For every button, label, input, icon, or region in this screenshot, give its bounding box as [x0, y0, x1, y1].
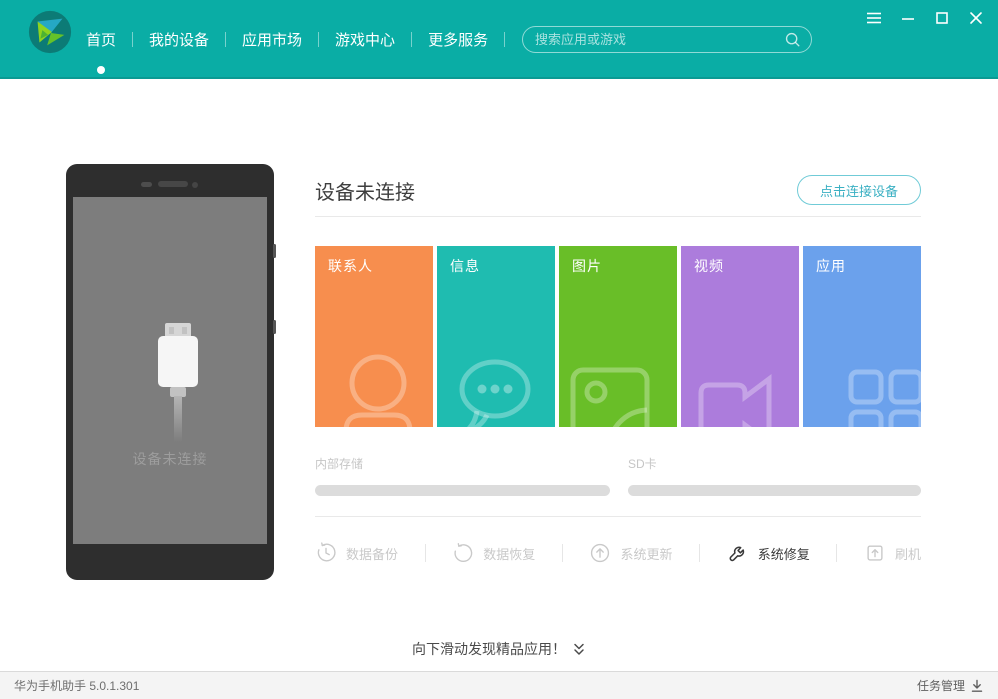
- wrench-icon: [727, 542, 749, 564]
- flash-phone-icon: [864, 542, 886, 564]
- system-repair-button[interactable]: 系统修复: [727, 542, 810, 564]
- maximize-icon[interactable]: [932, 8, 952, 28]
- nav-label: 更多服务: [428, 32, 488, 49]
- tile-label: 视频: [694, 256, 724, 276]
- bottom-toolbar: 数据备份 数据恢复 系统更新 系统修复 刷机: [315, 537, 921, 569]
- app-version-text: 华为手机助手 5.0.1.301: [14, 677, 139, 694]
- internal-storage-bar: [315, 485, 610, 496]
- toolbar-separator: [699, 544, 700, 562]
- nav-label: 我的设备: [149, 32, 209, 49]
- hint-text: 向下滑动发现精品应用！: [412, 639, 566, 659]
- tile-label: 联系人: [328, 256, 373, 276]
- sd-card-bar: [628, 485, 921, 496]
- usb-cable: [174, 396, 182, 442]
- nav-separator: [504, 32, 505, 47]
- sd-card-meter: SD卡: [628, 455, 921, 496]
- toolbar-separator: [425, 544, 426, 562]
- data-restore-button[interactable]: 数据恢复: [452, 542, 535, 564]
- update-arrow-icon: [589, 542, 611, 564]
- phone-screen: 设备未连接: [73, 197, 267, 544]
- storage-label: SD卡: [628, 455, 921, 472]
- download-tray-icon: [970, 679, 984, 693]
- nav-separator: [411, 32, 412, 47]
- tile-contacts[interactable]: 联系人: [315, 246, 433, 427]
- backup-clock-icon: [315, 542, 337, 564]
- task-manager-button[interactable]: 任务管理: [917, 677, 984, 694]
- toolbar-separator: [562, 544, 563, 562]
- phone-camera-dot: [192, 182, 198, 188]
- page-title: 设备未连接: [315, 176, 415, 205]
- picture-icon: [559, 352, 671, 427]
- tile-pictures[interactable]: 图片: [559, 246, 677, 427]
- device-status-text: 设备未连接: [73, 449, 267, 469]
- flash-rom-button[interactable]: 刷机: [864, 542, 921, 564]
- menu-icon[interactable]: [864, 8, 884, 28]
- active-indicator-dot: [97, 66, 105, 74]
- main-nav: 首页 我的设备 应用市场 游戏中心 更多服务: [84, 0, 519, 79]
- toolbar-separator: [836, 544, 837, 562]
- tile-apps[interactable]: 应用: [803, 246, 921, 427]
- internal-storage-meter: 内部存储: [315, 455, 610, 496]
- close-icon[interactable]: [966, 8, 986, 28]
- nav-item-app-market[interactable]: 应用市场: [240, 23, 304, 56]
- category-tiles: 联系人 信息 图片 视频: [315, 246, 921, 427]
- phone-illustration: 设备未连接: [66, 164, 274, 580]
- search-icon[interactable]: [784, 31, 801, 48]
- double-chevron-down-icon: [572, 642, 586, 657]
- nav-separator: [132, 32, 133, 47]
- phone-speaker-dash: [141, 182, 152, 187]
- apps-icon: [823, 342, 921, 427]
- data-backup-button[interactable]: 数据备份: [315, 542, 398, 564]
- phone-speaker-grille: [158, 181, 188, 187]
- contact-icon: [316, 345, 433, 427]
- restore-arrow-icon: [452, 542, 474, 564]
- scroll-down-hint[interactable]: 向下滑动发现精品应用！: [0, 639, 998, 659]
- search-box[interactable]: [522, 26, 812, 53]
- tile-label: 信息: [450, 256, 480, 276]
- header-bar: 首页 我的设备 应用市场 游戏中心 更多服务: [0, 0, 998, 79]
- nav-label: 游戏中心: [335, 32, 395, 49]
- video-icon: [681, 349, 795, 427]
- window-controls: [864, 8, 986, 28]
- nav-label: 首页: [86, 32, 116, 49]
- nav-item-more-services[interactable]: 更多服务: [426, 23, 490, 56]
- status-bar: 华为手机助手 5.0.1.301 任务管理: [0, 671, 998, 699]
- divider: [315, 216, 921, 217]
- nav-separator: [225, 32, 226, 47]
- tile-videos[interactable]: 视频: [681, 246, 799, 427]
- usb-plug-icon: [158, 336, 198, 387]
- hisuite-logo: [27, 9, 73, 55]
- message-icon: [437, 339, 553, 427]
- tile-messages[interactable]: 信息: [437, 246, 555, 427]
- nav-label: 应用市场: [242, 32, 302, 49]
- minimize-icon[interactable]: [898, 8, 918, 28]
- phone-power-button: [273, 244, 276, 258]
- divider: [315, 516, 921, 517]
- nav-item-home[interactable]: 首页: [84, 23, 118, 56]
- system-update-button[interactable]: 系统更新: [589, 542, 672, 564]
- phone-volume-button: [273, 320, 276, 334]
- nav-item-my-device[interactable]: 我的设备: [147, 23, 211, 56]
- nav-item-game-center[interactable]: 游戏中心: [333, 23, 397, 56]
- nav-separator: [318, 32, 319, 47]
- hisuite-window: 首页 我的设备 应用市场 游戏中心 更多服务: [0, 0, 998, 699]
- search-input[interactable]: [535, 32, 784, 47]
- tile-label: 图片: [572, 256, 602, 276]
- tile-label: 应用: [816, 256, 846, 276]
- storage-label: 内部存储: [315, 455, 610, 472]
- connect-device-button[interactable]: 点击连接设备: [797, 175, 921, 205]
